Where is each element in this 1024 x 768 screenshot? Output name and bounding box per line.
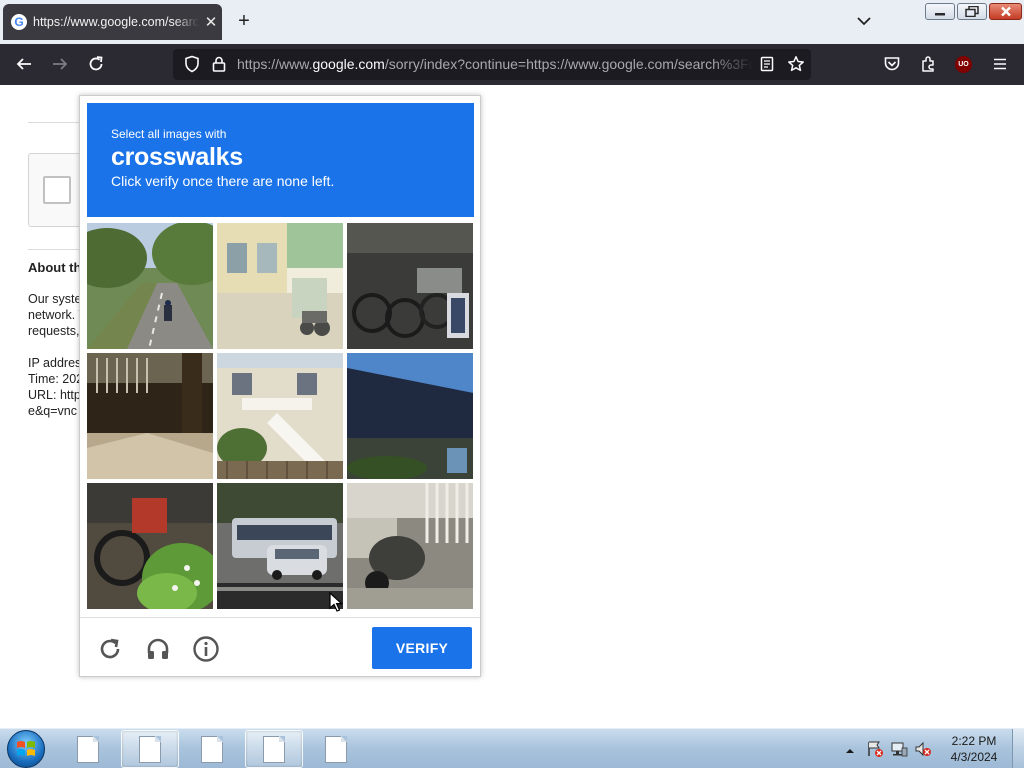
reader-view-icon[interactable] xyxy=(757,54,777,74)
reload-icon[interactable] xyxy=(86,54,106,74)
challenge-tile-2[interactable] xyxy=(217,223,343,349)
challenge-instruction: Click verify once there are none left. xyxy=(111,173,335,189)
star-icon[interactable] xyxy=(786,54,806,74)
network-icon[interactable] xyxy=(890,740,908,763)
ublock-origin-icon[interactable]: UO xyxy=(955,56,972,73)
back-arrow-icon[interactable] xyxy=(14,54,34,74)
document-icon xyxy=(263,735,285,763)
challenge-tile-5[interactable] xyxy=(217,353,343,479)
new-tab-button[interactable]: + xyxy=(233,11,255,31)
verify-button[interactable]: VERIFY xyxy=(372,627,472,669)
document-icon xyxy=(77,735,99,763)
info-icon[interactable] xyxy=(191,634,221,664)
system-tray: 2:22 PM 4/3/2024 xyxy=(840,729,1024,768)
taskbar: 2:22 PM 4/3/2024 xyxy=(0,728,1024,768)
minimize-button[interactable] xyxy=(925,3,955,20)
taskbar-app-2[interactable] xyxy=(121,730,179,768)
document-icon xyxy=(139,735,161,763)
document-icon xyxy=(325,735,347,763)
challenge-tile-9[interactable] xyxy=(347,483,473,609)
taskbar-clock[interactable]: 2:22 PM 4/3/2024 xyxy=(940,733,1008,765)
lock-icon[interactable] xyxy=(209,54,229,74)
tab-title: https://www.google.com/search?q=vnc xyxy=(33,15,199,29)
challenge-tile-7[interactable] xyxy=(87,483,213,609)
challenge-footer: VERIFY xyxy=(80,617,480,677)
document-icon xyxy=(201,735,223,763)
challenge-prompt: Select all images with xyxy=(111,127,227,141)
google-favicon-icon: G xyxy=(11,14,27,30)
show-desktop-button[interactable] xyxy=(1012,729,1024,768)
challenge-header: Select all images with crosswalks Click … xyxy=(87,103,474,217)
browser-tabstrip: G https://www.google.com/search?q=vnc ✕ … xyxy=(0,0,1024,44)
tracking-protection-icon[interactable] xyxy=(182,54,202,74)
taskbar-app-1[interactable] xyxy=(59,730,117,768)
chevron-down-icon[interactable] xyxy=(855,12,873,30)
recaptcha-checkbox[interactable] xyxy=(43,176,71,204)
restore-button[interactable] xyxy=(957,3,987,20)
hamburger-menu-icon[interactable] xyxy=(990,54,1010,74)
close-window-button[interactable] xyxy=(989,3,1022,20)
navigation-toolbar: https://www.google.com/sorry/index?conti… xyxy=(0,44,1024,85)
action-center-icon[interactable] xyxy=(866,740,884,763)
show-hidden-icons-icon[interactable] xyxy=(845,743,855,761)
taskbar-app-3[interactable] xyxy=(183,730,241,768)
volume-muted-icon[interactable] xyxy=(914,740,932,763)
mouse-cursor-icon xyxy=(329,591,344,612)
browser-tab[interactable]: G https://www.google.com/search?q=vnc ✕ xyxy=(3,4,222,40)
start-button[interactable] xyxy=(7,730,45,768)
challenge-tile-1[interactable] xyxy=(87,223,213,349)
url-bar[interactable]: https://www.google.com/sorry/index?conti… xyxy=(173,49,811,80)
challenge-tile-3[interactable] xyxy=(347,223,473,349)
clock-date: 4/3/2024 xyxy=(950,750,998,764)
url-text[interactable]: https://www.google.com/sorry/index?conti… xyxy=(237,56,753,72)
audio-challenge-icon[interactable] xyxy=(143,634,173,664)
clock-time: 2:22 PM xyxy=(951,734,997,748)
challenge-target: crosswalks xyxy=(111,143,243,171)
tab-close-icon[interactable]: ✕ xyxy=(203,13,219,31)
recaptcha-challenge: Select all images with crosswalks Click … xyxy=(79,95,481,677)
windows-logo-icon xyxy=(17,741,35,756)
challenge-tile-8[interactable] xyxy=(217,483,343,609)
taskbar-app-4[interactable] xyxy=(245,730,303,768)
challenge-tile-6[interactable] xyxy=(347,353,473,479)
challenge-tile-4[interactable] xyxy=(87,353,213,479)
forward-arrow-icon[interactable] xyxy=(50,54,70,74)
pocket-icon[interactable] xyxy=(882,54,902,74)
extensions-icon[interactable] xyxy=(918,54,938,74)
taskbar-app-5[interactable] xyxy=(307,730,365,768)
reload-challenge-icon[interactable] xyxy=(95,634,125,664)
